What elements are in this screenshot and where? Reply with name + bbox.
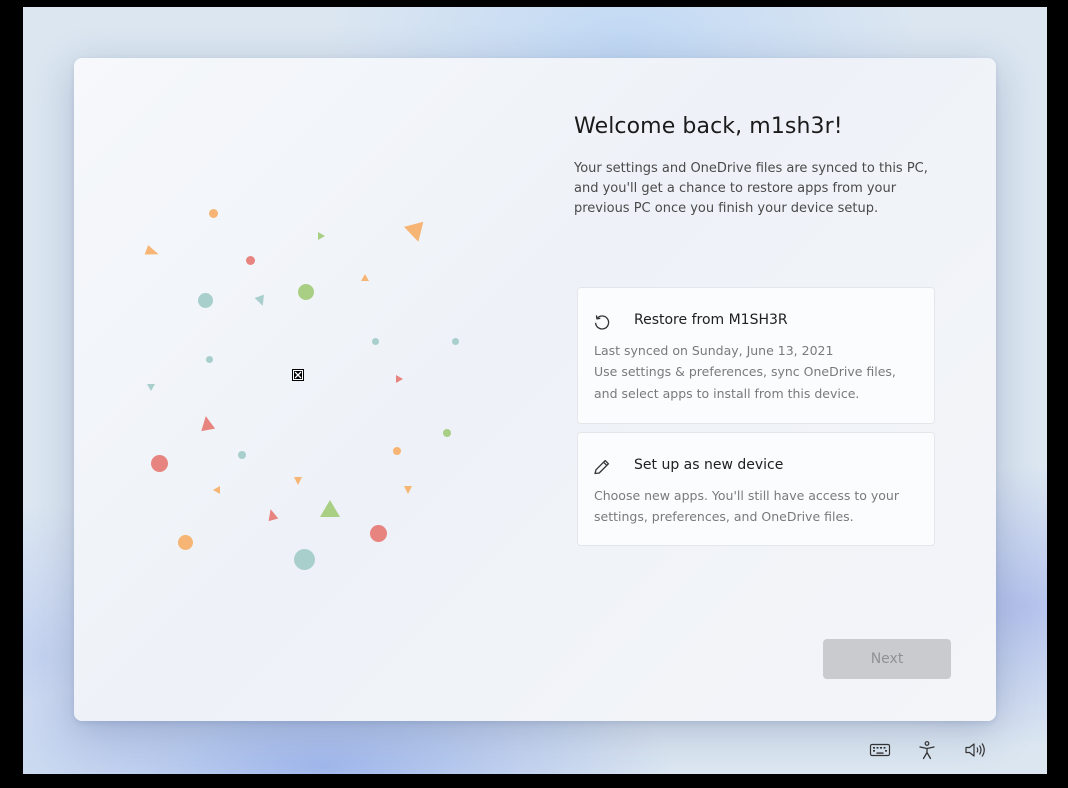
confetti-triangle [144, 245, 161, 259]
accessibility-icon[interactable] [915, 740, 939, 760]
confetti-dot [178, 535, 193, 550]
next-button[interactable]: Next [823, 639, 951, 679]
new-device-option-title: Set up as new device [634, 457, 784, 473]
restore-description-line: Use settings & preferences, sync OneDriv… [594, 364, 896, 379]
confetti-triangle [396, 375, 403, 383]
confetti-triangle [254, 294, 268, 308]
new-device-description-line: Choose new apps. You'll still have acces… [594, 488, 899, 503]
setup-panel: Welcome back, m1sh3r! Your settings and … [74, 58, 996, 721]
new-device-option[interactable]: Set up as new device Choose new apps. Yo… [577, 432, 935, 546]
confetti-dot [246, 256, 255, 265]
keyboard-icon[interactable] [868, 740, 892, 760]
confetti-triangle [294, 477, 302, 485]
confetti-dot [294, 549, 315, 570]
confetti-triangle [265, 507, 279, 522]
confetti-dot [372, 338, 379, 345]
confetti-dot [238, 451, 246, 459]
page-description: Your settings and OneDrive files are syn… [574, 161, 928, 216]
oobe-screen: Welcome back, m1sh3r! Your settings and … [23, 7, 1047, 774]
restore-last-synced: Last synced on Sunday, June 13, 2021 [594, 343, 834, 358]
confetti-triangle [404, 221, 428, 245]
confetti-dot [198, 293, 213, 308]
confetti-dot [370, 525, 387, 542]
confetti-triangle [198, 414, 216, 432]
confetti-triangle [320, 500, 340, 517]
restore-description-line: and select apps to install from this dev… [594, 386, 860, 401]
page-title: Welcome back, m1sh3r! [574, 114, 843, 139]
confetti-dot [298, 284, 314, 300]
confetti-dot [209, 209, 218, 218]
new-device-description-line: settings, preferences, and OneDrive file… [594, 509, 854, 524]
confetti-dot [443, 429, 451, 437]
pencil-icon [594, 459, 610, 475]
volume-icon[interactable] [963, 740, 987, 760]
restore-option-title: Restore from M1SH3R [634, 312, 788, 328]
confetti-dot [206, 356, 213, 363]
confetti-triangle [361, 274, 369, 281]
confetti-dot [393, 447, 401, 455]
restore-icon [594, 315, 610, 330]
broken-image-icon [292, 369, 304, 381]
confetti-triangle [147, 384, 155, 391]
restore-option[interactable]: Restore from M1SH3R Last synced on Sunda… [577, 287, 935, 424]
confetti-triangle [318, 232, 325, 240]
confetti-dot [452, 338, 459, 345]
confetti-dot [151, 455, 168, 472]
confetti-triangle [404, 486, 412, 494]
confetti-triangle [213, 486, 220, 494]
